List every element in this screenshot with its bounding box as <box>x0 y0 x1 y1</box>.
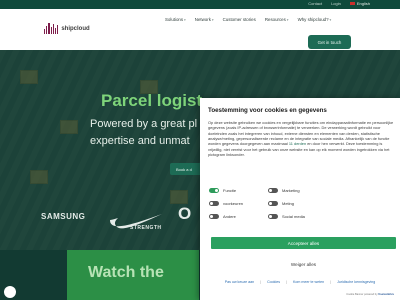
main-nav: Solutions Network Customer stories Resou… <box>165 17 331 22</box>
powered-by-text: Cookie Banner powered by <box>346 293 378 296</box>
hero-subtitle: Powered by a great pl expertise and unma… <box>90 116 210 150</box>
watch-heading: Watch the <box>88 264 164 281</box>
hero-subtitle-line: expertise and unmat <box>90 135 190 147</box>
partial-brand-logo: O <box>178 204 192 223</box>
login-link[interactable]: Login <box>331 1 341 6</box>
toggle-switch[interactable] <box>209 201 219 206</box>
toggle-label: Marketing <box>282 188 300 193</box>
toggle-marketing[interactable]: Marketing <box>268 188 300 193</box>
nav-resources[interactable]: Resources <box>265 17 289 22</box>
hero-title: Parcel logist <box>101 91 203 110</box>
logo-text: shipcloud <box>61 25 90 32</box>
top-utility-bar: Contact Login English <box>0 0 400 9</box>
toggle-switch[interactable] <box>268 201 278 206</box>
toggle-switch[interactable] <box>268 188 278 193</box>
language-selector[interactable]: English <box>350 1 370 6</box>
cookie-footer-links: Pas uw keuze aan | Cookies | Kom meer te… <box>200 280 400 284</box>
toggle-label: Andere <box>223 214 236 219</box>
shipcloud-logo[interactable]: shipcloud <box>44 23 90 34</box>
legal-notice-link[interactable]: Juridische kennisgeving <box>337 280 375 284</box>
toggle-label: Social media <box>282 214 305 219</box>
toggle-function[interactable]: Functie <box>209 188 236 193</box>
third-parties-link[interactable]: 11 derden <box>289 141 306 146</box>
nav-network[interactable]: Network <box>195 17 214 22</box>
toggle-label: voorkeuren <box>223 201 244 206</box>
cookie-consent-dialog: Toestemming voor cookies en gegevens Op … <box>200 98 400 300</box>
cookies-link[interactable]: Cookies <box>267 280 280 284</box>
toggle-switch[interactable] <box>209 188 219 193</box>
customize-choice-link[interactable]: Pas uw keuze aan <box>225 280 254 284</box>
link-separator: | <box>330 280 332 284</box>
get-in-touch-button[interactable]: Get in touch <box>308 35 351 49</box>
toggle-social-media[interactable]: Social media <box>268 214 305 219</box>
reject-all-button[interactable]: Weiger alles <box>211 259 396 269</box>
utility-links: Contact Login English <box>308 1 370 6</box>
toggle-switch[interactable] <box>268 214 278 219</box>
hero-subtitle-line: Powered by a great pl <box>90 118 198 130</box>
toggle-label: Functie <box>223 188 237 193</box>
toggle-measurement[interactable]: Meting <box>268 201 294 206</box>
samsung-logo: SAMSUNG <box>41 212 86 221</box>
link-separator: | <box>286 280 287 284</box>
toggle-label: Meting <box>282 201 295 206</box>
learn-more-link[interactable]: Kom meer te weten <box>293 280 324 284</box>
usercentrics-logo: Usercentrics <box>378 293 394 296</box>
cookie-dialog-title: Toestemming voor cookies en gegevens <box>208 107 327 114</box>
nav-why-shipcloud[interactable]: Why shipcloud? <box>298 17 332 22</box>
nike-strength-text: STRENGTH <box>130 225 162 231</box>
site-header: shipcloud Solutions Network Customer sto… <box>0 9 400 50</box>
link-separator: | <box>260 280 262 284</box>
nav-customer-stories[interactable]: Customer stories <box>223 17 256 22</box>
powered-by: Cookie Banner powered by Usercentrics <box>346 293 394 296</box>
contact-link[interactable]: Contact <box>308 1 322 6</box>
toggle-preferences[interactable]: voorkeuren <box>209 201 243 206</box>
toggle-switch[interactable] <box>209 214 219 219</box>
logo-bars-icon <box>44 23 59 34</box>
privacy-settings-icon[interactable] <box>4 286 16 298</box>
accept-all-button[interactable]: Accepteer alles <box>211 237 396 249</box>
cookie-dialog-text: Op deze website gebruiken we cookies en … <box>208 120 394 157</box>
nav-solutions[interactable]: Solutions <box>165 17 186 22</box>
book-demo-button[interactable]: Book a d <box>170 163 204 175</box>
toggle-other[interactable]: Andere <box>209 214 236 219</box>
